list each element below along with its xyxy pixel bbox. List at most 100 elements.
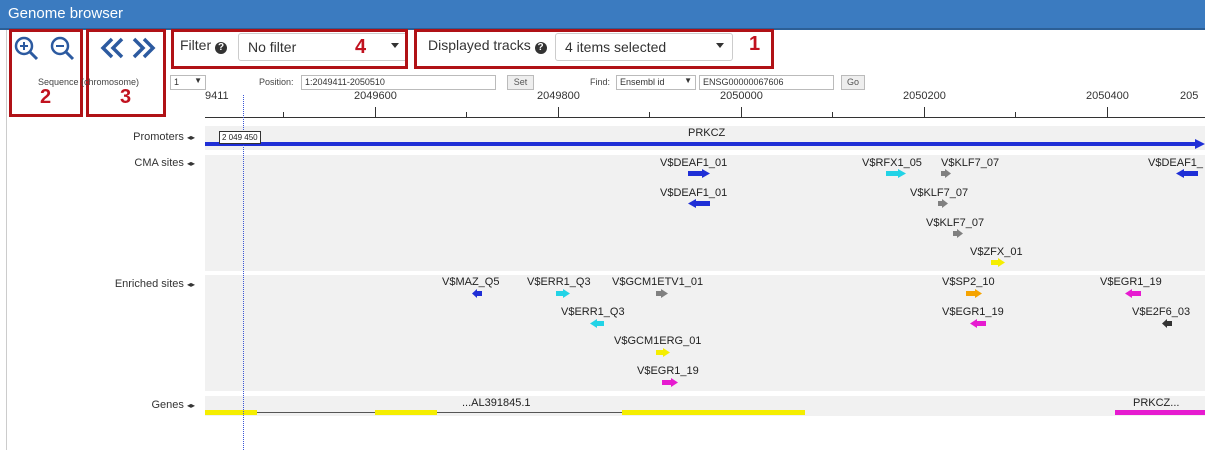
track-label-genes[interactable]: Genes ◂▸ — [151, 399, 195, 411]
track-label-text: Promoters — [133, 131, 184, 143]
site-label: V$RFX1_05 — [862, 157, 922, 169]
site-arrow-right[interactable] — [688, 169, 710, 178]
set-button[interactable]: Set — [507, 75, 534, 90]
ruler-tick-label: 205 — [1180, 90, 1199, 102]
ruler-minor-tick — [649, 112, 650, 117]
site-arrow-right[interactable] — [991, 258, 1005, 267]
site-label: V$KLF7_07 — [941, 157, 1000, 169]
track-label-text: CMA sites — [134, 157, 184, 169]
panel-border — [6, 30, 7, 450]
sequence-value: 1 — [174, 77, 180, 87]
site-label: V$GCM1ERG_01 — [614, 335, 702, 347]
site-label: V$EGR1_19 — [1100, 276, 1162, 288]
ruler-minor-tick — [832, 112, 833, 117]
site-arrow-left[interactable] — [970, 319, 986, 328]
triangle-down-icon: ▼ — [684, 76, 692, 85]
site-label: V$DEAF1_01 — [660, 187, 728, 199]
sequence-select[interactable]: 1 ▼ — [170, 75, 206, 90]
site-label: V$DEAF1_01 — [660, 157, 728, 169]
ruler-tick-label: 2050400 — [1086, 90, 1129, 102]
site-arrow-right[interactable] — [941, 169, 951, 178]
find-type-select[interactable]: Ensembl id ▼ — [616, 75, 696, 90]
site-arrow-left[interactable] — [1125, 289, 1141, 298]
site-label: V$KLF7_07 — [910, 187, 969, 199]
site-arrow-right[interactable] — [656, 289, 668, 298]
track-label-promoters[interactable]: Promoters ◂▸ — [133, 131, 195, 143]
ruler-axis — [205, 117, 1205, 118]
window-title: Genome browser — [8, 5, 124, 22]
track-label-enriched[interactable]: Enriched sites ◂▸ — [115, 278, 195, 290]
ruler-tick — [558, 107, 559, 117]
ruler-tick-label: 2049600 — [354, 90, 397, 102]
site-arrow-right[interactable] — [938, 199, 948, 208]
site-label: V$DEAF1_ — [1148, 157, 1204, 169]
site-label: V$SP2_10 — [942, 276, 995, 288]
site-arrow-right[interactable] — [662, 378, 678, 387]
site-label: V$GCM1ETV1_01 — [612, 276, 704, 288]
gene-exon[interactable] — [205, 410, 257, 415]
gene-exon[interactable] — [1115, 410, 1205, 415]
position-value: 1:2049411-2050510 — [305, 77, 385, 87]
position-cursor-line — [243, 95, 244, 450]
promoter-arrow[interactable] — [205, 139, 1205, 149]
gene-label: PRKCZ... — [1133, 397, 1180, 409]
ruler-tick-label: 2050000 — [720, 90, 763, 102]
site-label: V$ERR1_Q3 — [527, 276, 591, 288]
site-label: V$E2F6_03 — [1132, 306, 1191, 318]
position-label: Position: — [259, 77, 294, 87]
ruler-tick-label: 2049800 — [537, 90, 580, 102]
sequence-label: Sequence (chromosome) — [38, 77, 140, 87]
site-label: V$ERR1_Q3 — [561, 306, 625, 318]
gene-exon[interactable] — [622, 410, 805, 415]
expand-arrows-icon[interactable]: ◂▸ — [187, 133, 195, 142]
site-label: V$EGR1_19 — [942, 306, 1004, 318]
expand-arrows-icon[interactable]: ◂▸ — [187, 280, 195, 289]
ruler-tick — [1107, 107, 1108, 117]
site-label: V$KLF7_07 — [926, 217, 985, 229]
ruler-tick-label: 9411 — [205, 90, 229, 102]
gene-label: ...AL391845.1 — [462, 397, 531, 409]
position-input[interactable]: 1:2049411-2050510 — [301, 75, 496, 90]
annotation-box-1 — [414, 29, 774, 69]
ruler-minor-tick — [1015, 112, 1016, 117]
go-button[interactable]: Go — [841, 75, 865, 90]
site-arrow-right[interactable] — [656, 348, 670, 357]
find-type-value: Ensembl id — [620, 77, 665, 87]
site-arrow-right[interactable] — [556, 289, 570, 298]
annotation-number-2: 2 — [40, 86, 52, 108]
site-arrow-right[interactable] — [886, 169, 906, 178]
gene-exon[interactable] — [375, 410, 437, 415]
ruler-tick — [924, 107, 925, 117]
site-label: V$ZFX_01 — [970, 246, 1023, 258]
ruler-tick-label: 2050200 — [903, 90, 946, 102]
ruler-minor-tick — [466, 112, 467, 117]
site-arrow-right[interactable] — [953, 229, 963, 238]
expand-arrows-icon[interactable]: ◂▸ — [187, 401, 195, 410]
site-label: V$EGR1_19 — [637, 365, 699, 377]
cursor-position-label: 2 049 450 — [219, 131, 261, 144]
site-label: V$MAZ_Q5 — [442, 276, 500, 288]
annotation-box-4 — [171, 29, 408, 69]
track-label-cma[interactable]: CMA sites ◂▸ — [134, 157, 195, 169]
title-bar: Genome browser — [0, 0, 1205, 30]
track-label-text: Genes — [151, 399, 184, 411]
annotation-number-3: 3 — [120, 86, 132, 108]
site-arrow-left[interactable] — [472, 289, 482, 298]
promoter-gene-label: PRKCZ — [688, 127, 726, 139]
annotation-number-1: 1 — [749, 33, 761, 55]
site-arrow-right[interactable] — [966, 289, 982, 298]
find-input[interactable]: ENSG00000067606 — [699, 75, 834, 90]
track-label-text: Enriched sites — [114, 278, 184, 290]
ruler-tick — [375, 107, 376, 117]
annotation-number-4: 4 — [355, 36, 367, 58]
site-arrow-left[interactable] — [688, 199, 710, 208]
enriched-sites-track — [205, 275, 1205, 391]
site-arrow-left[interactable] — [1176, 169, 1198, 178]
triangle-down-icon: ▼ — [194, 76, 202, 85]
find-label: Find: — [590, 77, 611, 87]
ruler-minor-tick — [283, 112, 284, 117]
site-arrow-left[interactable] — [1162, 319, 1172, 328]
site-arrow-left[interactable] — [590, 319, 604, 328]
ruler-tick — [741, 107, 742, 117]
expand-arrows-icon[interactable]: ◂▸ — [187, 159, 195, 168]
